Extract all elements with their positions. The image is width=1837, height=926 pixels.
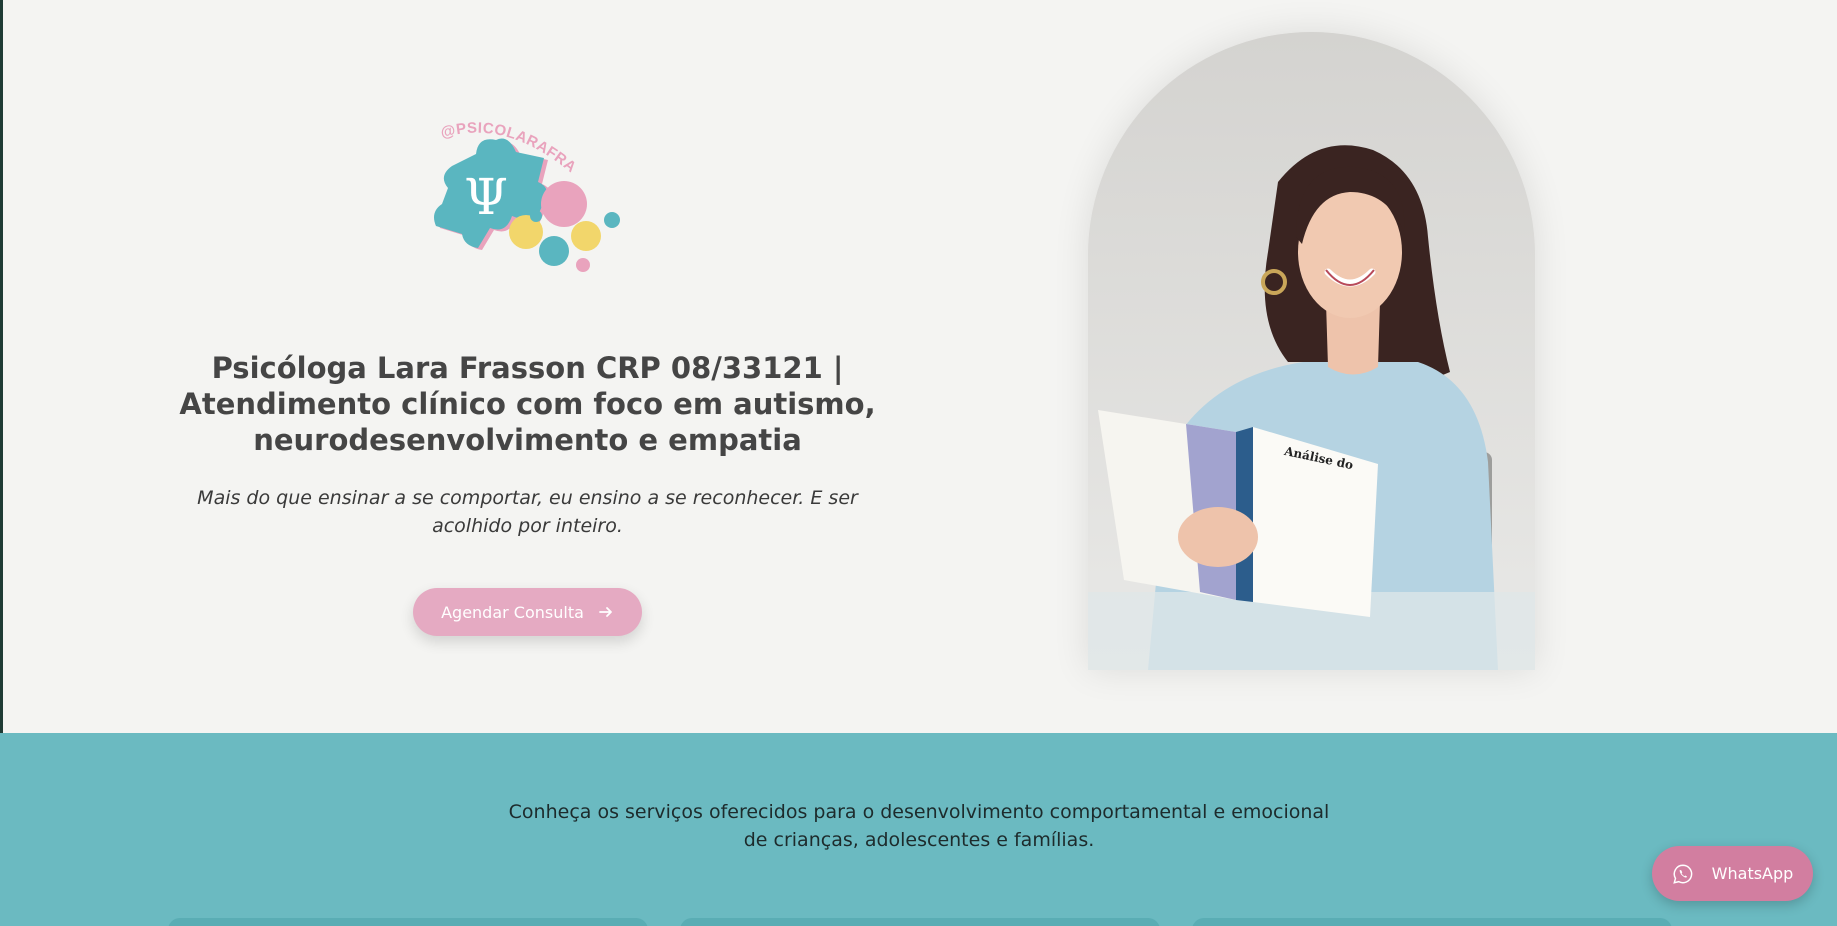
whatsapp-label: WhatsApp xyxy=(1711,864,1794,883)
brand-logo: @PSICOLARAFRASSON Ψ xyxy=(414,97,640,300)
services-intro: Conheça os serviços oferecidos para o de… xyxy=(508,801,1330,851)
hero-section: @PSICOLARAFRASSON Ψ Psicóloga Lara Frass… xyxy=(0,0,1837,733)
services-section: Conheça os serviços oferecidos para o de… xyxy=(0,733,1837,926)
cta-label: Agendar Consulta xyxy=(441,602,584,622)
service-card xyxy=(1192,918,1672,926)
whatsapp-icon xyxy=(1672,864,1692,884)
psychologist-photo: Análise do xyxy=(1088,32,1535,670)
service-card xyxy=(680,918,1160,926)
whatsapp-button[interactable]: WhatsApp xyxy=(1652,846,1813,901)
psi-symbol: Ψ xyxy=(464,168,508,226)
hero-subtitle: Mais do que ensinar a se comportar, eu e… xyxy=(197,487,858,537)
hero-title: Psicóloga Lara Frasson CRP 08/33121 | At… xyxy=(179,351,876,457)
schedule-consultation-button[interactable]: Agendar Consulta xyxy=(413,588,642,636)
service-card xyxy=(168,918,648,926)
arrow-right-icon xyxy=(599,607,612,617)
left-edge-bar xyxy=(0,0,3,733)
